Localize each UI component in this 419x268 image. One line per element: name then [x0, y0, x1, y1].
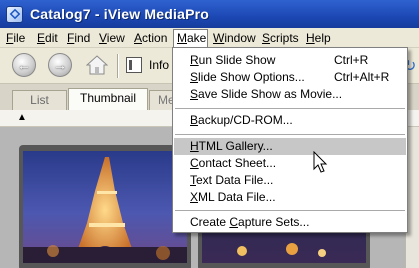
eiffel-tower-photo: [23, 151, 187, 263]
app-icon: [6, 6, 23, 23]
menu-view[interactable]: View: [99, 31, 125, 45]
menu-window[interactable]: Window: [213, 31, 256, 45]
tab-thumbnail[interactable]: Thumbnail: [68, 88, 148, 110]
thumbnail-card[interactable]: [19, 145, 191, 268]
forward-arrow-icon: →: [53, 57, 67, 73]
menu-item-backup-cd-rom[interactable]: Backup/CD-ROM...: [174, 112, 406, 129]
menu-find[interactable]: Find: [67, 31, 90, 45]
menu-file[interactable]: File: [6, 31, 25, 45]
make-menu-dropdown: Run Slide Show Ctrl+R Slide Show Options…: [172, 47, 408, 233]
menu-item-text-data-file[interactable]: Text Data File...: [174, 172, 406, 189]
menu-separator: [175, 210, 405, 211]
window-title: Catalog7 - iView MediaPro: [30, 6, 210, 22]
tab-list[interactable]: List: [12, 90, 67, 110]
menu-item-xml-data-file[interactable]: XML Data File...: [174, 189, 406, 206]
back-arrow-icon: ←: [17, 57, 31, 73]
menu-scripts[interactable]: Scripts: [262, 31, 299, 45]
menu-edit[interactable]: Edit: [37, 31, 58, 45]
forward-button[interactable]: →: [48, 53, 72, 77]
menu-help[interactable]: Help: [306, 31, 331, 45]
menu-make[interactable]: Make: [177, 31, 206, 45]
mouse-cursor-icon: [313, 151, 328, 173]
menu-item-run-slide-show[interactable]: Run Slide Show Ctrl+R: [174, 52, 406, 69]
menu-item-save-slide-show-as-movie[interactable]: Save Slide Show as Movie...: [174, 86, 406, 103]
sort-person-icon[interactable]: ▲: [17, 112, 27, 123]
menu-separator: [175, 108, 405, 109]
toolbar-separator: [117, 54, 119, 78]
back-button[interactable]: ←: [12, 53, 36, 77]
info-panel-icon[interactable]: [126, 57, 142, 73]
menu-action[interactable]: Action: [134, 31, 167, 45]
menu-separator: [175, 134, 405, 135]
menu-item-create-capture-sets[interactable]: Create Capture Sets...: [174, 214, 406, 231]
menu-item-html-gallery[interactable]: HTML Gallery...: [174, 138, 406, 155]
menu-bar: File Edit Find View Action Make Window S…: [0, 28, 419, 48]
home-icon[interactable]: [86, 55, 108, 75]
title-bar[interactable]: Catalog7 - iView MediaPro: [0, 0, 419, 28]
info-button-label[interactable]: Info: [149, 58, 169, 72]
menu-item-contact-sheet[interactable]: Contact Sheet...: [174, 155, 406, 172]
menu-item-slide-show-options[interactable]: Slide Show Options... Ctrl+Alt+R: [174, 69, 406, 86]
